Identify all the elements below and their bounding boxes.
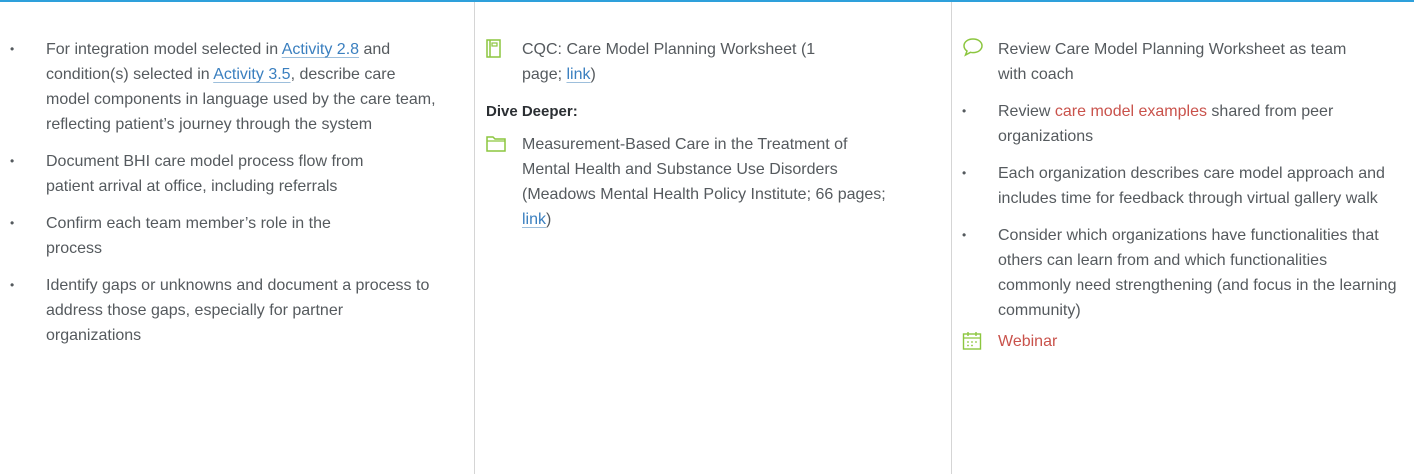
column-divider-1	[474, 2, 475, 474]
activity-2-8-link[interactable]: Activity 2.8	[282, 41, 359, 58]
list-item: • Confirm each team member’s role in the…	[10, 211, 440, 261]
worksheet-link[interactable]: link	[566, 66, 590, 83]
measurement-care-resource: Measurement-Based Care in the Treatment …	[486, 132, 896, 232]
activity-3-5-link[interactable]: Activity 3.5	[213, 66, 290, 83]
column-divider-2	[951, 2, 952, 474]
care-model-examples-link[interactable]: care model examples	[1055, 103, 1207, 120]
worksheet-resource: CQC: Care Model Planning Worksheet (1 pa…	[486, 37, 856, 87]
speech-bubble-icon	[962, 37, 983, 57]
bullet-icon: •	[962, 228, 967, 242]
bullet-icon: •	[10, 154, 15, 168]
bullet-icon: •	[962, 166, 967, 180]
calendar-icon	[962, 331, 982, 351]
list-item: • Identify gaps or unknowns and document…	[10, 273, 440, 348]
bullet-icon: •	[10, 216, 15, 230]
bullet-icon: •	[962, 104, 967, 118]
list-item: • Consider which organizations have func…	[962, 223, 1402, 323]
list-item: • For integration model selected in Acti…	[10, 37, 440, 137]
bullet-icon: •	[10, 278, 15, 292]
resources-column: CQC: Care Model Planning Worksheet (1 pa…	[486, 37, 926, 232]
coaching-column: Review Care Model Planning Worksheet as …	[962, 37, 1402, 354]
top-accent-rule	[0, 0, 1414, 2]
bullet-icon: •	[10, 42, 15, 56]
list-item: • Each organization describes care model…	[962, 161, 1402, 211]
folder-icon	[486, 134, 506, 154]
activities-column: • For integration model selected in Acti…	[10, 37, 440, 360]
webinar-item: Webinar	[962, 329, 1402, 354]
document-icon	[486, 39, 504, 59]
list-item: • Review care model examples shared from…	[962, 99, 1402, 149]
dive-deeper-heading: Dive Deeper:	[486, 103, 578, 120]
measurement-care-link[interactable]: link	[522, 211, 546, 228]
review-worksheet-item: Review Care Model Planning Worksheet as …	[962, 37, 1362, 87]
webinar-link[interactable]: Webinar	[998, 333, 1057, 350]
list-item: • Document BHI care model process flow f…	[10, 149, 440, 199]
